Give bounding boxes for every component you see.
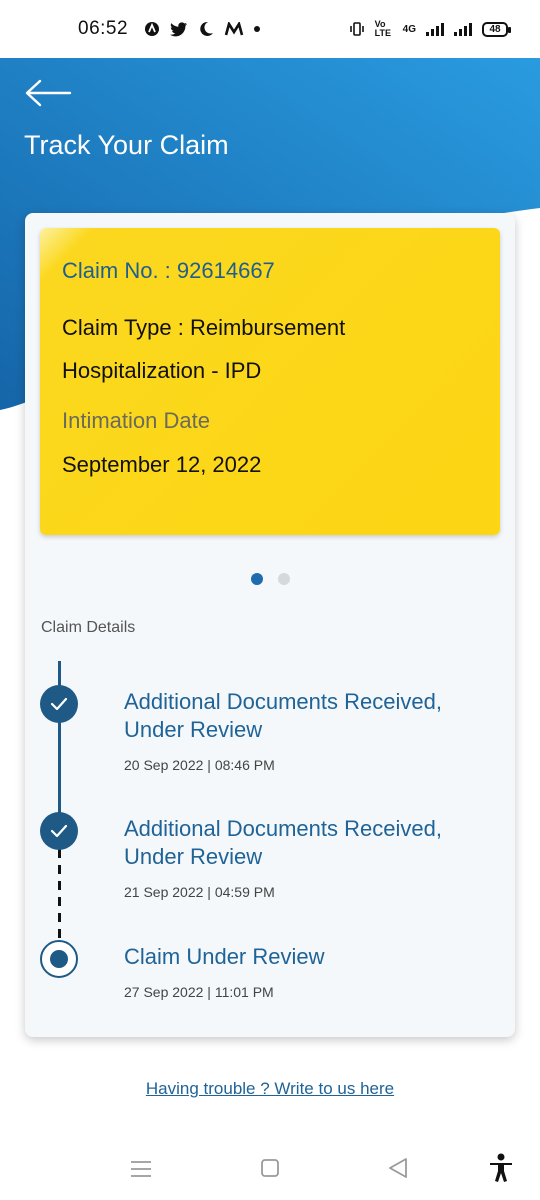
moon-icon	[200, 21, 214, 36]
timeline-item-time: 27 Sep 2022 | 11:01 PM	[124, 984, 274, 1000]
claim-type: Claim Type : Reimbursement Hospitalizati…	[62, 315, 346, 383]
back-triangle-icon[interactable]	[387, 1157, 409, 1179]
system-nav-bar	[0, 1140, 540, 1200]
more-dot-icon	[254, 26, 261, 32]
claim-tracker-card: Claim No. : 92614667 Claim Type : Reimbu…	[25, 213, 515, 1037]
timeline-item-title: Additional Documents Received, Under Rev…	[124, 816, 442, 869]
timeline-item-title: Claim Under Review	[124, 944, 325, 969]
carousel-indicator	[251, 573, 290, 585]
check-icon	[40, 812, 78, 850]
network-type: 4G	[402, 23, 416, 35]
status-time: 06:52	[78, 18, 129, 39]
timeline-item-time: 20 Sep 2022 | 08:46 PM	[124, 757, 275, 773]
claim-summary-card[interactable]: Claim No. : 92614667 Claim Type : Reimbu…	[40, 228, 500, 535]
volte-label: Vo LTE	[374, 19, 391, 38]
home-square-icon[interactable]	[260, 1158, 280, 1178]
check-icon	[40, 685, 78, 723]
m-app-icon	[224, 22, 244, 36]
intimation-date-label: Intimation Date	[62, 408, 210, 433]
help-link[interactable]: Having trouble ? Write to us here	[0, 1079, 540, 1099]
intimation-date-value: September 12, 2022	[62, 452, 262, 477]
claim-details-label: Claim Details	[41, 619, 136, 636]
status-system-icons: Vo LTE 4G 48	[349, 19, 511, 38]
timeline-item-time: 21 Sep 2022 | 04:59 PM	[124, 884, 275, 900]
claim-number: Claim No. : 92614667	[62, 258, 275, 283]
vibrate-icon	[349, 22, 364, 36]
timeline-item: Additional Documents Received, Under Rev…	[124, 815, 494, 900]
timeline-item: Additional Documents Received, Under Rev…	[124, 688, 494, 773]
page-title: Track Your Claim	[24, 130, 229, 160]
current-step-icon	[40, 940, 78, 978]
status-bar: 06:52 Vo LTE 4G 48	[0, 0, 540, 58]
accessibility-icon[interactable]	[488, 1153, 514, 1183]
signal-icon	[426, 22, 444, 36]
back-arrow-icon[interactable]	[24, 78, 72, 108]
twitter-icon	[170, 21, 188, 36]
timeline-item: Claim Under Review 27 Sep 2022 | 11:01 P…	[124, 943, 494, 1000]
signal-2-icon	[454, 22, 472, 36]
app-notification-icon	[145, 22, 160, 36]
status-app-icons	[144, 21, 261, 37]
menu-icon[interactable]	[130, 1160, 152, 1178]
carousel-dot-2[interactable]	[278, 573, 290, 585]
battery-icon: 48	[482, 21, 511, 37]
timeline-item-title: Additional Documents Received, Under Rev…	[124, 689, 442, 742]
carousel-dot-1[interactable]	[251, 573, 263, 585]
